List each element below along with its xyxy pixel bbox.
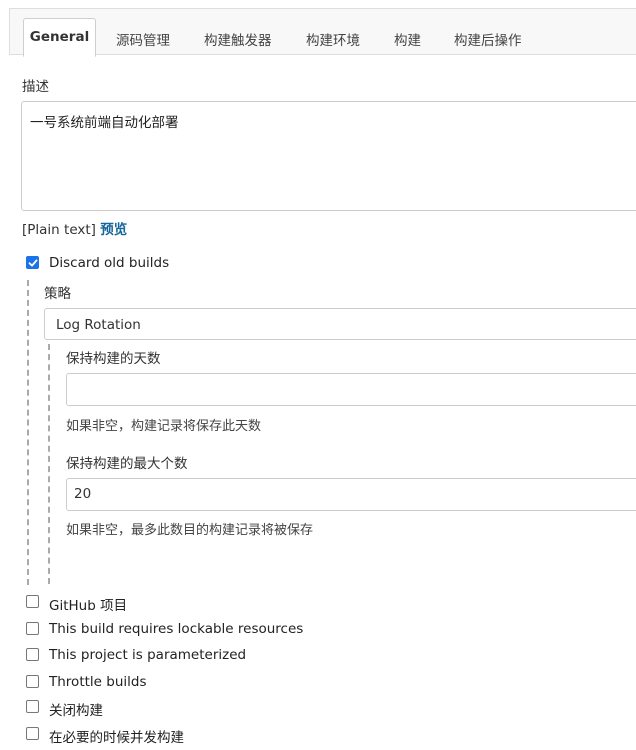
tab-source-control[interactable]: 源码管理 [116,29,170,49]
disable-build-checkbox[interactable] [26,700,39,713]
description-format-row: [Plain text] 预览 [22,218,127,238]
tab-post-build-actions[interactable]: 构建后操作 [454,29,522,49]
discard-old-builds-checkbox[interactable] [26,256,39,269]
tab-general[interactable]: General [23,18,96,57]
checkmark-icon [28,259,38,267]
parameterized-checkbox[interactable] [26,648,39,661]
preview-link[interactable]: 预览 [100,222,127,238]
github-project-label[interactable]: GitHub 项目 [49,594,127,614]
description-label: 描述 [22,79,49,95]
throttle-builds-label[interactable]: Throttle builds [49,674,146,690]
tab-build-triggers[interactable]: 构建触发器 [204,29,272,49]
days-to-keep-input[interactable] [66,373,636,406]
concurrent-build-checkbox[interactable] [26,727,39,740]
parameterized-label[interactable]: This project is parameterized [49,647,246,663]
discard-section-border [27,280,29,585]
strategy-select[interactable]: Log Rotation [44,308,636,340]
discard-old-builds-label[interactable]: Discard old builds [49,255,169,271]
description-textarea[interactable]: 一号系统前端自动化部署 [21,101,636,211]
lockable-resources-label[interactable]: This build requires lockable resources [49,621,303,637]
max-builds-help: 如果非空，最多此数目的构建记录将被保存 [66,523,314,538]
lockable-resources-checkbox[interactable] [26,622,39,635]
tab-bar: General 源码管理 构建触发器 构建环境 构建 构建后操作 [9,8,636,57]
max-builds-input[interactable]: 20 [66,478,636,511]
tab-build[interactable]: 构建 [394,29,421,49]
plain-text-label: [Plain text] [22,222,96,238]
log-rotation-section-border [48,344,50,584]
days-to-keep-help: 如果非空，构建记录将保存此天数 [66,419,262,434]
days-to-keep-label: 保持构建的天数 [66,351,161,367]
strategy-label: 策略 [44,286,71,302]
github-project-checkbox[interactable] [26,595,39,608]
throttle-builds-checkbox[interactable] [26,675,39,688]
max-builds-label: 保持构建的最大个数 [66,456,188,472]
concurrent-build-label[interactable]: 在必要的时候并发构建 [49,726,184,746]
disable-build-label[interactable]: 关闭构建 [49,699,103,719]
tab-build-environment[interactable]: 构建环境 [306,29,360,49]
